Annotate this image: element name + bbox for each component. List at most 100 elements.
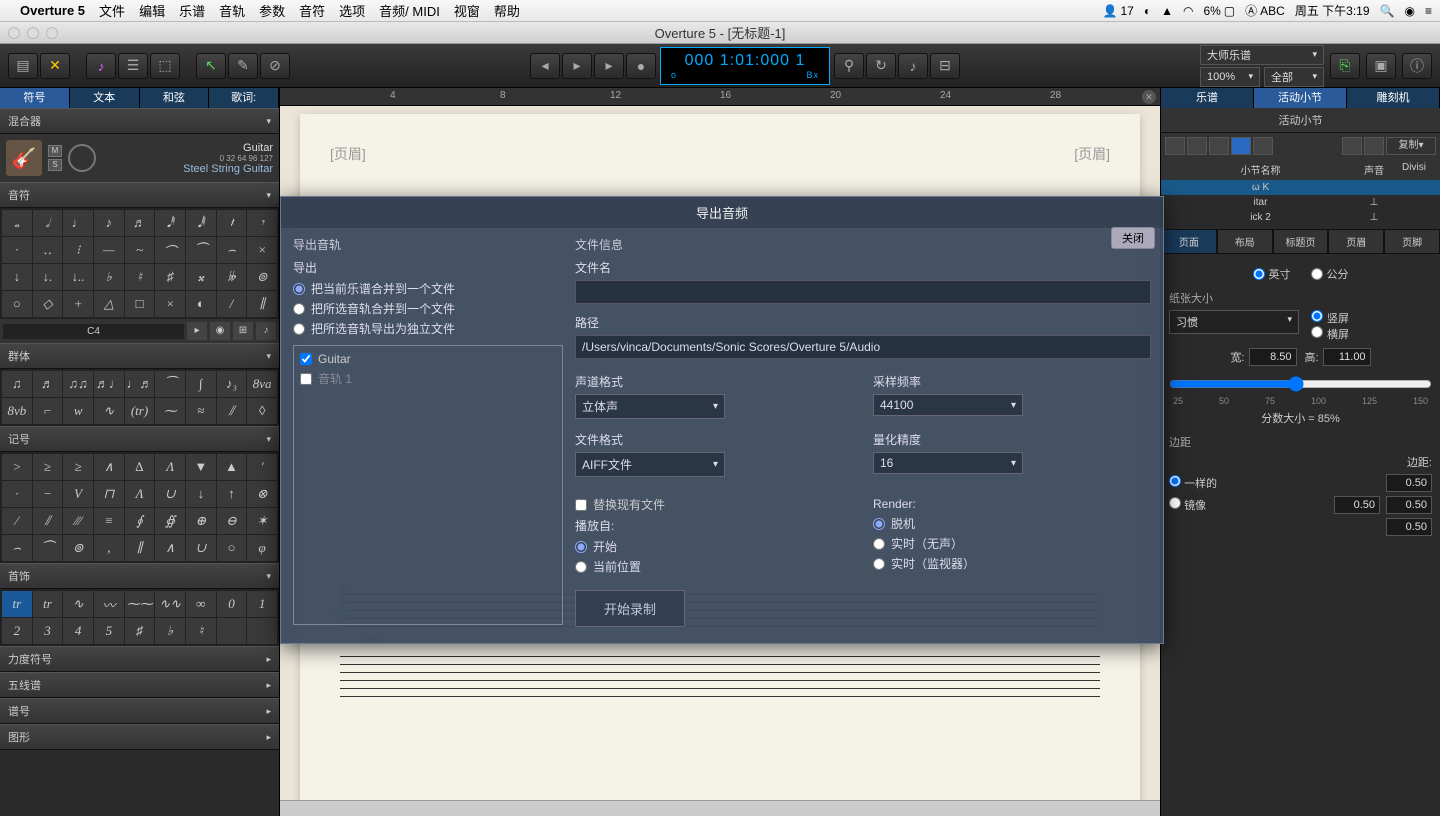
pitch-field[interactable]: C4	[3, 324, 184, 339]
dialog-close-button[interactable]: 关闭	[1111, 227, 1155, 249]
wifi-icon[interactable]: ◠	[1183, 4, 1193, 18]
subtab-footer[interactable]: 页脚	[1384, 229, 1440, 254]
info-icon[interactable]: ⓘ	[1402, 53, 1432, 79]
unit-inch[interactable]: 英寸	[1253, 266, 1291, 282]
preset-select[interactable]: 大师乐谱	[1200, 45, 1324, 65]
subtab-titlepage[interactable]: 标题页	[1273, 229, 1329, 254]
horizontal-scrollbar[interactable]	[280, 800, 1160, 816]
menu-score[interactable]: 乐谱	[179, 1, 205, 20]
menu-edit[interactable]: 编辑	[139, 1, 165, 20]
range-select[interactable]: 全部	[1264, 67, 1324, 87]
rs-icon-7[interactable]	[1364, 137, 1384, 155]
margin-3[interactable]	[1386, 496, 1432, 514]
ruler-close-icon[interactable]: ✕	[1142, 90, 1156, 104]
bar-row-1[interactable]: itar⊥	[1161, 195, 1440, 210]
subtab-layout[interactable]: 布局	[1217, 229, 1273, 254]
metronome-icon[interactable]: ⚲	[834, 53, 864, 79]
width-input[interactable]	[1249, 348, 1297, 366]
record-button[interactable]: ●	[626, 53, 656, 79]
margin-same[interactable]: 一样的	[1169, 475, 1217, 491]
minimize-window[interactable]	[27, 27, 39, 39]
menu-window[interactable]: 视窗	[454, 1, 480, 20]
notification-count[interactable]: 👤17	[1103, 4, 1134, 18]
replace-checkbox[interactable]: 替换现有文件	[575, 496, 853, 513]
palette-btn-1[interactable]: ▸	[187, 322, 207, 340]
tab-text[interactable]: 文本	[70, 88, 140, 108]
spotlight-icon[interactable]: 🔍	[1380, 4, 1395, 18]
rs-icon-6[interactable]	[1342, 137, 1362, 155]
render-rt-monitor[interactable]: 实时（监视器）	[873, 555, 1151, 572]
track-guitar[interactable]: Guitar	[298, 350, 558, 368]
menu-track[interactable]: 音轨	[219, 1, 245, 20]
track-1[interactable]: 音轨 1	[298, 368, 558, 389]
samplerate-select[interactable]: 44100	[873, 394, 1023, 416]
filename-input[interactable]	[575, 280, 1151, 304]
mixer-header[interactable]: 混合器▾	[0, 108, 279, 134]
close-window[interactable]	[8, 27, 20, 39]
score-ruler[interactable]: 4 8 12 16 20 24 28 ✕	[280, 88, 1160, 106]
export-opt-merge-score[interactable]: 把当前乐谱合并到一个文件	[293, 280, 563, 297]
tool-x-button[interactable]: ✕	[40, 53, 70, 79]
copy-icon[interactable]: ⎘	[1330, 53, 1360, 79]
format-select[interactable]: AIFF文件	[575, 452, 725, 477]
menu-notes[interactable]: 音符	[299, 1, 325, 20]
scale-slider[interactable]	[1169, 376, 1432, 392]
tab-lyrics[interactable]: 歌词:	[209, 88, 279, 108]
camera-icon[interactable]: ▣	[1366, 53, 1396, 79]
app-name[interactable]: Overture 5	[20, 3, 85, 18]
siri-icon[interactable]: ◉	[1405, 4, 1415, 18]
unit-cm[interactable]: 公分	[1311, 266, 1349, 282]
clock[interactable]: 周五 下午3:19	[1295, 2, 1370, 19]
zoom-window[interactable]	[46, 27, 58, 39]
rs-icon-2[interactable]	[1187, 137, 1207, 155]
groups-header[interactable]: 群体▾	[0, 343, 279, 369]
marks-header[interactable]: 记号▾	[0, 426, 279, 452]
height-input[interactable]	[1323, 348, 1371, 366]
battery-status[interactable]: 6% ▢	[1203, 4, 1235, 18]
zoom-select[interactable]: 100%	[1200, 67, 1260, 87]
loop-icon[interactable]: ↻	[866, 53, 896, 79]
subtab-header[interactable]: 页眉	[1328, 229, 1384, 254]
render-offline[interactable]: 脱机	[873, 515, 1151, 532]
pencil-tool[interactable]: ✎	[228, 53, 258, 79]
instrument-icon[interactable]: 🎸	[6, 140, 42, 176]
palette-btn-2[interactable]: ◉	[210, 322, 230, 340]
align-icon[interactable]: ⊟	[930, 53, 960, 79]
menu-file[interactable]: 文件	[99, 1, 125, 20]
margin-4[interactable]	[1386, 518, 1432, 536]
subtab-page[interactable]: 页面	[1161, 229, 1217, 254]
playfrom-start[interactable]: 开始	[575, 538, 853, 555]
channel-select[interactable]: 立体声	[575, 394, 725, 419]
playfrom-current[interactable]: 当前位置	[575, 558, 853, 575]
export-opt-separate[interactable]: 把所选音轨导出为独立文件	[293, 320, 563, 337]
bar-row-0[interactable]: ω K	[1161, 180, 1440, 195]
input-method[interactable]: Ⓐ ABC	[1245, 2, 1285, 19]
list-icon[interactable]: ☰	[118, 53, 148, 79]
mixer-icon[interactable]: ⬚	[150, 53, 180, 79]
start-record-button[interactable]: 开始录制	[575, 590, 685, 627]
notes-header[interactable]: 音符▾	[0, 182, 279, 208]
staff-header[interactable]: 五线谱▸	[0, 672, 279, 698]
render-rt-silent[interactable]: 实时（无声）	[873, 535, 1151, 552]
margin-2[interactable]	[1334, 496, 1380, 514]
notification-center-icon[interactable]: ≡	[1425, 4, 1432, 18]
tab-chords[interactable]: 和弦	[140, 88, 210, 108]
orient-landscape[interactable]: 横屏	[1311, 326, 1349, 342]
timecode-display[interactable]: 000 1:01:000 1 oBx	[660, 47, 830, 85]
erase-tool[interactable]: ⊘	[260, 53, 290, 79]
snap-icon[interactable]: ♪	[898, 53, 928, 79]
bar-row-2[interactable]: ick 2⊥	[1161, 210, 1440, 225]
paper-select[interactable]: 习惯	[1169, 310, 1299, 334]
mute-button[interactable]: M	[48, 145, 62, 157]
path-input[interactable]	[575, 335, 1151, 359]
orient-portrait[interactable]: 竖屏	[1311, 310, 1349, 326]
rewind-button[interactable]: ◂	[530, 53, 560, 79]
solo-button[interactable]: S	[48, 159, 62, 171]
tab-active-bar[interactable]: 活动小节	[1254, 88, 1347, 108]
rs-icon-5[interactable]	[1253, 137, 1273, 155]
panel-toggle-button[interactable]: ▤	[8, 53, 38, 79]
rs-icon-4[interactable]	[1231, 137, 1251, 155]
menu-help[interactable]: 帮助	[494, 1, 520, 20]
cursor-tool[interactable]: ↖	[196, 53, 226, 79]
margin-1[interactable]	[1386, 474, 1432, 492]
